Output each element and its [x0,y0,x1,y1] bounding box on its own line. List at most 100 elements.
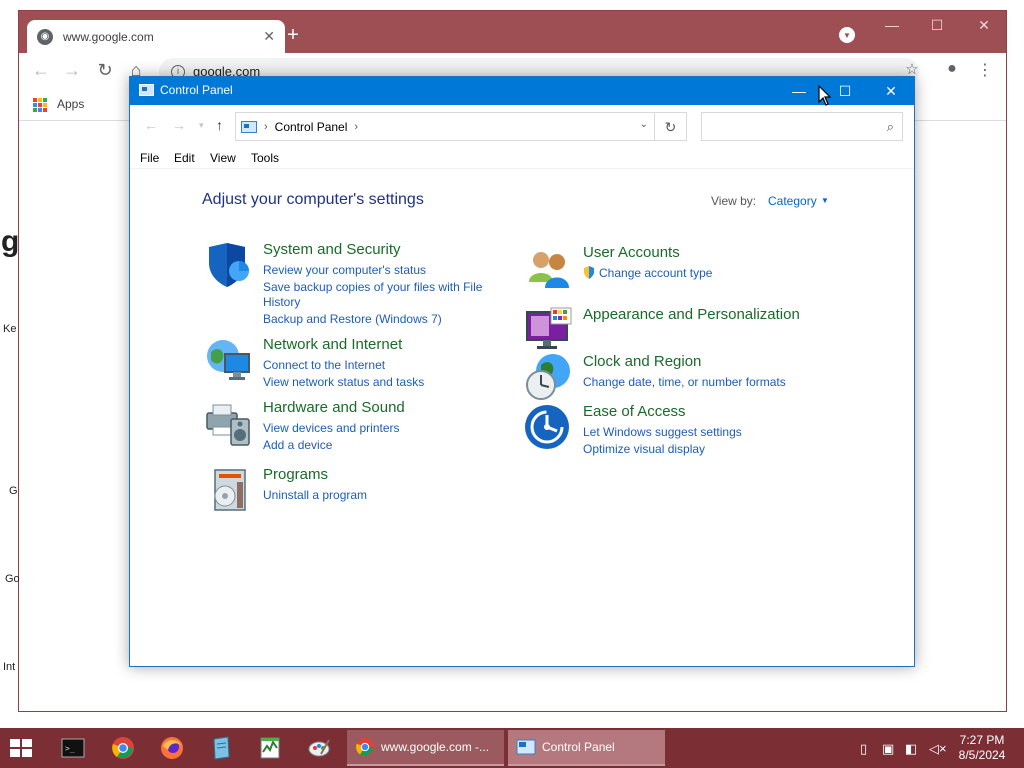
link-backup-restore[interactable]: Backup and Restore (Windows 7) [263,312,442,326]
chevron-down-icon[interactable]: ▼ [821,196,829,205]
network-globe-icon[interactable] [205,336,253,384]
minimize-icon[interactable]: — [877,17,907,33]
paint-icon[interactable] [304,734,334,762]
terminal-icon[interactable]: >_ [58,734,88,762]
control-panel-icon [241,120,257,133]
category-title[interactable]: Hardware and Sound [263,399,405,416]
search-input[interactable]: ⌕ [701,112,903,141]
link-change-account-type[interactable]: Change account type [583,266,712,280]
programs-icon[interactable] [205,466,253,514]
menu-view[interactable]: View [210,151,236,165]
category-title[interactable]: System and Security [263,241,401,258]
link-review-status[interactable]: Review your computer's status [263,263,426,277]
volume-muted-icon[interactable]: ◁× [929,741,947,757]
nav-back-icon[interactable]: ← [144,117,158,133]
chrome-titlebar: ◉ www.google.com ✕ + ▼ — ☐ ✕ [19,11,1006,53]
close-icon[interactable]: ✕ [969,17,999,34]
maximize-icon[interactable]: ☐ [922,17,952,34]
category-title[interactable]: Programs [263,466,328,483]
ease-of-access-icon[interactable] [525,403,573,451]
category-title[interactable]: Clock and Region [583,353,701,370]
tab-title: www.google.com [63,29,154,44]
link-network-status[interactable]: View network status and tasks [263,375,424,389]
uac-shield-icon [584,266,594,279]
back-icon[interactable]: ← [29,60,53,81]
windows-start-icon[interactable] [8,737,34,759]
chrome-taskbar-icon[interactable] [108,734,138,762]
users-icon[interactable] [525,244,573,292]
page-fragment: Go [5,573,20,585]
page-title: Adjust your computer's settings [202,191,424,208]
link-uninstall-program[interactable]: Uninstall a program [263,488,367,502]
address-bar[interactable]: › Control Panel › ⌄ [235,112,655,141]
system-clock[interactable]: 7:27 PM 8/5/2024 [953,733,1011,763]
menu-bar: File Edit View Tools [130,147,914,169]
category-title[interactable]: Network and Internet [263,336,402,353]
cp-minimize-icon[interactable]: — [779,80,819,102]
apps-label[interactable]: Apps [57,97,84,111]
reload-icon[interactable]: ↻ [93,60,117,81]
category-title[interactable]: Ease of Access [583,403,686,420]
new-tab-button[interactable]: + [281,24,305,47]
usb-device-icon[interactable]: ▯ [860,741,867,757]
taskbar: >_ www.google.com -... Control Panel ▯ ▣… [0,728,1024,768]
page-fragment: g [1,225,20,258]
cp-close-icon[interactable]: ✕ [871,80,911,102]
link-add-device[interactable]: Add a device [263,438,332,452]
chrome-icon [355,737,375,757]
task-manager-icon[interactable] [255,734,285,762]
link-connect-internet[interactable]: Connect to the Internet [263,358,385,372]
clock-globe-icon[interactable] [525,353,573,401]
svg-text:>_: >_ [65,744,75,753]
notepad-icon[interactable] [206,734,236,762]
profile-icon[interactable]: ● [940,60,964,78]
page-fragment: Int [3,661,16,673]
cp-window-title: Control Panel [160,83,233,97]
link-save-backup-history[interactable]: History [263,295,300,309]
link-windows-suggest[interactable]: Let Windows suggest settings [583,425,742,439]
cp-address-row: ← → ▾ ↑ › Control Panel › ⌄ ↻ ⌕ [130,105,914,147]
shield-icon[interactable] [205,241,253,289]
view-by-label: View by: [711,194,757,208]
firefox-icon[interactable] [157,734,187,762]
apps-icon[interactable] [33,98,47,112]
display-personalization-icon[interactable] [525,306,573,354]
link-devices-printers[interactable]: View devices and printers [263,421,400,435]
nav-up-icon[interactable]: ↑ [216,117,223,133]
search-icon[interactable]: ⌕ [887,119,894,135]
task-label: Control Panel [542,740,615,754]
refresh-button[interactable]: ↻ [655,112,687,141]
menu-icon[interactable]: ⋮ [973,60,997,80]
link-save-backup[interactable]: Save backup copies of your files with Fi… [263,280,482,294]
display-icon[interactable]: ◧ [905,741,917,757]
network-icon[interactable]: ▣ [882,741,894,757]
tab-close-icon[interactable]: ✕ [263,28,275,45]
nav-forward-icon[interactable]: → [172,117,186,133]
breadcrumb-control-panel[interactable]: Control Panel [275,120,348,134]
view-by-dropdown[interactable]: Category [768,194,817,208]
control-panel-window: Control Panel — ☐ ✕ ← → ▾ ↑ › Control Pa… [129,76,915,667]
category-title[interactable]: Appearance and Personalization [583,306,800,323]
category-title[interactable]: User Accounts [583,244,680,261]
forward-icon[interactable]: → [60,60,84,81]
breadcrumb-separator[interactable]: › [264,121,268,133]
taskbar-task-control-panel[interactable]: Control Panel [508,730,665,766]
link-text[interactable]: Change account type [599,266,712,280]
clock-date: 8/5/2024 [958,748,1006,762]
cp-titlebar[interactable]: Control Panel — ☐ ✕ [130,77,914,105]
breadcrumb-separator[interactable]: › [354,121,358,133]
page-fragment: Ke [3,323,17,335]
address-dropdown-icon[interactable]: ⌄ [640,119,648,130]
printer-speaker-icon[interactable] [205,399,253,447]
link-optimize-display[interactable]: Optimize visual display [583,442,705,456]
menu-file[interactable]: File [140,151,159,165]
tab-search-icon[interactable]: ▼ [839,27,855,43]
recent-locations-icon[interactable]: ▾ [199,120,204,131]
taskbar-task-chrome[interactable]: www.google.com -... [347,730,504,766]
link-date-time-formats[interactable]: Change date, time, or number formats [583,375,786,389]
menu-tools[interactable]: Tools [251,151,279,165]
task-label: www.google.com -... [381,740,490,754]
chrome-tab[interactable]: ◉ www.google.com ✕ [27,20,285,53]
clock-time: 7:27 PM [959,733,1005,747]
menu-edit[interactable]: Edit [174,151,195,165]
